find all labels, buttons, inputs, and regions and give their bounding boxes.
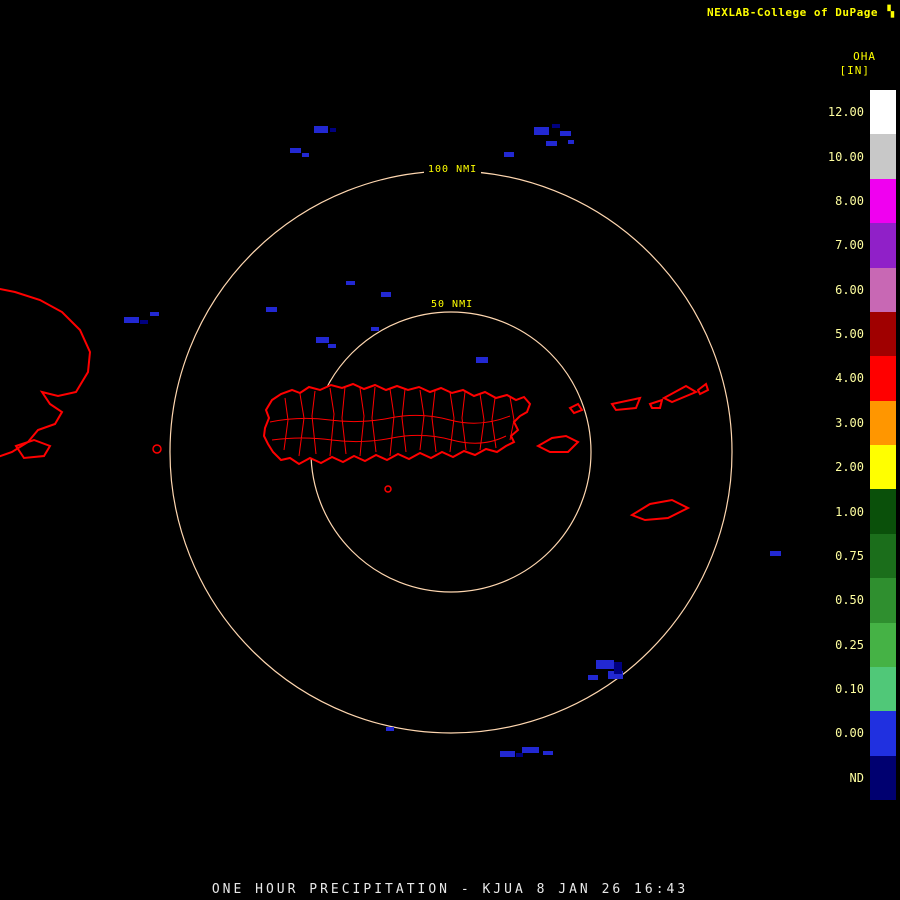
- product-caption: ONE HOUR PRECIPITATION - KJUA 8 JAN 26 1…: [211, 882, 689, 897]
- caja-de-muertos-outline: [384, 485, 392, 493]
- colorbar-swatch: [870, 533, 896, 579]
- colorbar-label: ND: [849, 770, 864, 785]
- colorbar-swatch: [870, 223, 896, 268]
- colorbar-swatch: [870, 311, 896, 357]
- colorbar-label: 12.00: [827, 105, 864, 120]
- colorbar-label: 5.00: [835, 327, 864, 342]
- colorbar-swatch: [870, 90, 896, 135]
- range-ring-100nmi-label: 100 NMI: [424, 164, 482, 175]
- codupage-logo-icon: ▚: [887, 5, 894, 18]
- colorbar-row: 7.00: [802, 223, 898, 268]
- hispaniola-coastline: [0, 287, 162, 460]
- colorbar-row: 0.00: [802, 711, 898, 756]
- virgin-gorda-outline: [696, 382, 710, 396]
- colorbar-label: 0.75: [835, 548, 864, 563]
- colorbar-label: 1.00: [835, 504, 864, 519]
- colorbar-label: 8.00: [835, 193, 864, 208]
- colorbar-swatch: [870, 666, 896, 712]
- colorbar-row: 0.50: [802, 578, 898, 623]
- culebra-outline: [568, 402, 584, 415]
- colorbar-swatch: [870, 178, 896, 224]
- colorbar-label: 0.50: [835, 593, 864, 608]
- colorbar-swatch: [870, 622, 896, 667]
- colorbar-label: 4.00: [835, 371, 864, 386]
- colorbar-swatch: [870, 445, 896, 490]
- colorbar: 12.00 10.00 8.00 7.00 6.00 5.00 4.00 3.00 2.00 1.…: [802, 90, 898, 800]
- st-croix-outline: [629, 498, 691, 522]
- colorbar-row: 8.00: [802, 178, 898, 224]
- colorbar-row: 5.00: [802, 311, 898, 357]
- colorbar-row: 0.25: [802, 622, 898, 667]
- colorbar-swatch: [870, 755, 896, 800]
- colorbar-swatch: [870, 267, 896, 312]
- colorbar-row: 0.10: [802, 666, 898, 712]
- colorbar-row: 0.75: [802, 533, 898, 579]
- colorbar-row: ND: [802, 755, 898, 800]
- colorbar-label: 7.00: [835, 238, 864, 253]
- colorbar-row: 10.00: [802, 134, 898, 179]
- colorbar-label: 0.00: [835, 726, 864, 741]
- colorbar-row: 3.00: [802, 400, 898, 445]
- colorbar-label: 0.25: [835, 637, 864, 652]
- colorbar-swatch: [870, 489, 896, 534]
- colorbar-label: 6.00: [835, 282, 864, 297]
- st-john-outline: [648, 398, 664, 409]
- colorbar-swatch: [870, 711, 896, 756]
- product-code-label: OHA: [853, 50, 876, 63]
- colorbar-row: 6.00: [802, 267, 898, 312]
- colorbar-row: 1.00: [802, 489, 898, 534]
- st-thomas-outline: [610, 396, 642, 412]
- eastern-islands-outlines: [535, 382, 710, 522]
- colorbar-swatch: [870, 134, 896, 179]
- colorbar-label: 3.00: [835, 415, 864, 430]
- range-ring-50nmi-label: 50 NMI: [427, 299, 478, 310]
- vieques-outline: [535, 434, 580, 453]
- colorbar-label: 0.10: [835, 682, 864, 697]
- brand-text: NEXLAB-College of DuPage: [707, 6, 878, 19]
- colorbar-row: 2.00: [802, 445, 898, 490]
- colorbar-swatch: [870, 356, 896, 401]
- colorbar-swatch: [870, 400, 896, 445]
- tortola-outline: [661, 384, 699, 404]
- colorbar-label: 2.00: [835, 460, 864, 475]
- colorbar-row: 12.00: [802, 90, 898, 135]
- product-units-label: [IN]: [839, 64, 870, 77]
- colorbar-row: 4.00: [802, 356, 898, 401]
- radar-map: [0, 124, 781, 757]
- colorbar-swatch: [870, 578, 896, 623]
- colorbar-label: 10.00: [827, 149, 864, 164]
- radar-screen: 100 NMI 50 NMI NEXLAB-College of DuPage …: [0, 0, 900, 900]
- puerto-rico-outline: [262, 382, 532, 493]
